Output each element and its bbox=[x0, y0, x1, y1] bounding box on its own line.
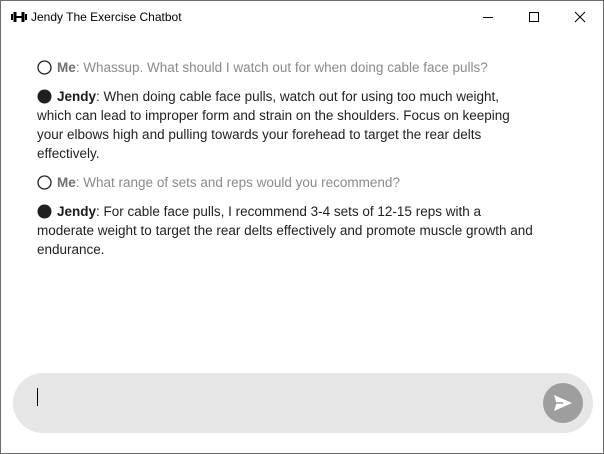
message-separator: : bbox=[96, 204, 104, 219]
message-sender: Jendy bbox=[57, 204, 97, 219]
filled-circle-icon bbox=[37, 89, 52, 104]
message-input-bar bbox=[13, 373, 593, 433]
close-button[interactable] bbox=[557, 1, 603, 33]
app-window: Jendy The Exercise Chatbot Me: Whassup. … bbox=[0, 0, 604, 454]
send-button[interactable] bbox=[543, 383, 583, 423]
chat-history: Me: Whassup. What should I watch out for… bbox=[37, 58, 537, 269]
chat-message-bot: Jendy: When doing cable face pulls, watc… bbox=[37, 87, 537, 163]
hollow-circle-icon bbox=[37, 175, 52, 190]
message-text: Whassup. What should I watch out for whe… bbox=[83, 60, 488, 75]
message-sender: Jendy bbox=[57, 89, 97, 104]
chat-message-user: Me: What range of sets and reps would yo… bbox=[37, 173, 537, 192]
message-input[interactable] bbox=[39, 385, 523, 423]
hollow-circle-icon bbox=[37, 60, 52, 75]
dumbbell-icon bbox=[11, 12, 27, 22]
filled-circle-icon bbox=[37, 204, 52, 219]
minimize-button[interactable] bbox=[465, 1, 511, 33]
message-sender: Me bbox=[57, 60, 76, 75]
minimize-icon bbox=[483, 17, 493, 18]
message-text: What range of sets and reps would you re… bbox=[83, 175, 400, 190]
chat-message-bot: Jendy: For cable face pulls, I recommend… bbox=[37, 202, 537, 259]
title-bar[interactable]: Jendy The Exercise Chatbot bbox=[1, 1, 603, 33]
maximize-icon bbox=[529, 12, 539, 22]
text-caret bbox=[37, 388, 38, 406]
close-icon bbox=[574, 11, 586, 23]
send-icon bbox=[554, 395, 572, 411]
chat-message-user: Me: Whassup. What should I watch out for… bbox=[37, 58, 537, 77]
maximize-button[interactable] bbox=[511, 1, 557, 33]
message-text: For cable face pulls, I recommend 3-4 se… bbox=[37, 204, 533, 257]
message-text: When doing cable face pulls, watch out f… bbox=[37, 89, 510, 161]
message-separator: : bbox=[96, 89, 104, 104]
message-sender: Me bbox=[57, 175, 76, 190]
window-title: Jendy The Exercise Chatbot bbox=[31, 10, 182, 24]
